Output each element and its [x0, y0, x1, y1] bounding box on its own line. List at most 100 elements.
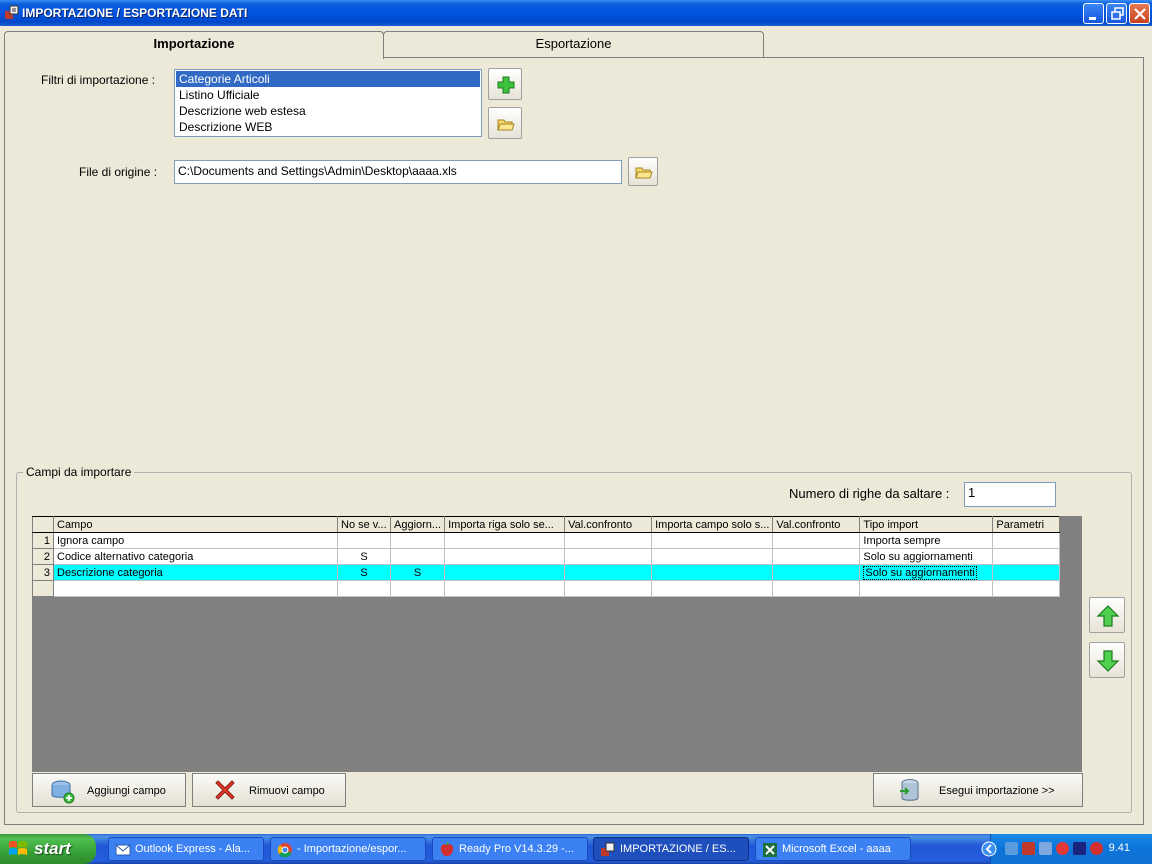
column-header[interactable]: Parametri [992, 516, 1061, 533]
outlook-icon [115, 844, 131, 856]
column-header[interactable]: Campo [53, 516, 338, 533]
cell[interactable] [772, 532, 861, 549]
cell[interactable] [651, 532, 774, 549]
cell[interactable] [651, 548, 774, 565]
tab-importazione[interactable]: Importazione [4, 31, 384, 59]
move-down-button[interactable] [1089, 642, 1125, 678]
table-row-selected[interactable]: 3 Descrizione categoria S S Solo su aggi… [32, 564, 1061, 581]
cell[interactable] [564, 580, 653, 597]
tab-esportazione[interactable]: Esportazione [383, 31, 764, 57]
tray-expand-icon[interactable] [981, 841, 997, 857]
title-bar[interactable]: IMPORTAZIONE / ESPORTAZIONE DATI [0, 0, 1152, 26]
cell[interactable] [772, 564, 861, 581]
column-header[interactable]: Val.confronto [772, 516, 861, 533]
column-header[interactable]: Val.confronto [564, 516, 653, 533]
source-file-input[interactable]: C:\Documents and Settings\Admin\Desktop\… [174, 160, 622, 184]
run-import-label: Esegui importazione >> [939, 785, 1055, 797]
readypro-icon [440, 842, 454, 856]
move-up-button[interactable] [1089, 597, 1125, 633]
folder-icon [497, 119, 515, 131]
cell[interactable] [337, 532, 391, 549]
column-header[interactable]: No se v... [337, 516, 391, 533]
taskbar-item-importazione[interactable]: IMPORTAZIONE / ES... [593, 837, 749, 861]
column-header[interactable]: Tipo import [859, 516, 994, 533]
filter-item[interactable]: Categorie Articoli [176, 71, 480, 87]
cell[interactable] [337, 580, 391, 597]
cell[interactable] [444, 532, 566, 549]
cell-campo[interactable]: Codice alternativo categoria [53, 548, 338, 565]
focused-cell-text: Solo su aggiornamenti [863, 565, 977, 580]
antivirus-icon[interactable] [1090, 842, 1103, 855]
cell[interactable] [992, 564, 1061, 581]
app-icon [601, 842, 615, 856]
cell[interactable] [444, 548, 566, 565]
fields-grid[interactable]: Campo No se v... Aggiorn... Importa riga… [32, 516, 1061, 597]
filters-listbox[interactable]: Categorie Articoli Listino Ufficiale Des… [174, 69, 482, 137]
cell[interactable] [772, 548, 861, 565]
cell-campo[interactable]: Descrizione categoria [53, 564, 338, 581]
folder-icon [635, 167, 653, 179]
taskbar-item-outlook[interactable]: Outlook Express - Ala... [108, 837, 264, 861]
start-label: start [34, 839, 71, 858]
taskbar-item-chrome[interactable]: - Importazione/espor... [270, 837, 426, 861]
cell[interactable] [444, 564, 566, 581]
taskbar-item-readypro[interactable]: Ready Pro V14.3.29 -... [432, 837, 588, 861]
cell[interactable]: S [337, 564, 391, 581]
cell[interactable] [651, 564, 774, 581]
skip-rows-input[interactable]: 1 [964, 482, 1056, 507]
add-field-button[interactable]: Aggiungi campo [32, 773, 186, 807]
filter-item[interactable]: Descrizione web estesa [176, 103, 480, 119]
column-header[interactable]: Importa campo solo s... [651, 516, 774, 533]
row-number [32, 580, 54, 597]
skip-rows-label: Numero di righe da saltare : [789, 486, 950, 501]
cell[interactable] [992, 580, 1061, 597]
taskbar: start Outlook Express - Ala... - Importa… [0, 834, 1152, 864]
cell[interactable]: S [389, 564, 446, 581]
cell[interactable] [564, 532, 653, 549]
acrobat-icon[interactable] [1022, 842, 1035, 855]
cell[interactable] [992, 532, 1061, 549]
database-import-icon [900, 779, 919, 801]
taskbar-item-excel[interactable]: Microsoft Excel - aaaa [755, 837, 911, 861]
cell[interactable] [564, 548, 653, 565]
cell-tipo-import-focused[interactable]: Solo su aggiornamenti [859, 564, 994, 581]
cell-tipo-import[interactable]: Solo su aggiornamenti [859, 548, 994, 565]
cell[interactable] [772, 580, 861, 597]
system-tray: 9.41 [981, 834, 1152, 864]
cell-campo[interactable]: Ignora campo [53, 532, 338, 549]
column-header[interactable]: Importa riga solo se... [444, 516, 566, 533]
minimize-button[interactable] [1083, 3, 1104, 24]
cell[interactable] [389, 580, 446, 597]
cell[interactable] [564, 564, 653, 581]
security-icon[interactable] [1073, 842, 1086, 855]
network-icon[interactable] [1005, 842, 1018, 855]
grid-header-row: Campo No se v... Aggiorn... Importa riga… [32, 516, 1061, 533]
remove-field-button[interactable]: Rimuovi campo [192, 773, 346, 807]
close-button[interactable] [1129, 3, 1150, 24]
table-row[interactable]: 2 Codice alternativo categoria S Solo su… [32, 548, 1061, 565]
opera-icon[interactable] [1056, 842, 1069, 855]
taskbar-item-label: Microsoft Excel - aaaa [782, 843, 891, 855]
start-button[interactable]: start [0, 834, 96, 864]
cell[interactable] [651, 580, 774, 597]
cell[interactable] [992, 548, 1061, 565]
run-import-button[interactable]: Esegui importazione >> [873, 773, 1083, 807]
cell[interactable]: S [337, 548, 391, 565]
browse-file-button[interactable] [628, 157, 658, 186]
filter-item[interactable]: Listino Ufficiale [176, 87, 480, 103]
cell[interactable] [53, 580, 338, 597]
cell[interactable] [444, 580, 566, 597]
cell-tipo-import[interactable]: Importa sempre [859, 532, 994, 549]
table-row[interactable]: 1 Ignora campo Importa sempre [32, 532, 1061, 549]
cell[interactable] [389, 532, 446, 549]
add-filter-button[interactable] [488, 68, 522, 100]
filter-item[interactable]: Descrizione WEB [176, 119, 480, 135]
cell[interactable] [859, 580, 994, 597]
network-icon[interactable] [1039, 842, 1052, 855]
plus-icon [497, 76, 515, 94]
open-filter-button[interactable] [488, 107, 522, 139]
table-row-empty[interactable] [32, 580, 1061, 597]
restore-button[interactable] [1106, 3, 1127, 24]
cell[interactable] [389, 548, 446, 565]
column-header[interactable]: Aggiorn... [389, 516, 446, 533]
